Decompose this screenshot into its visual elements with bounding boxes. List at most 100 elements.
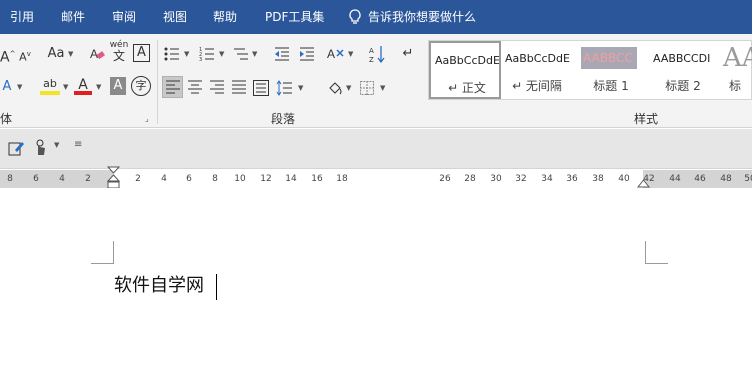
chevron-down-icon[interactable]: ▼ (68, 44, 73, 64)
align-center-button[interactable] (186, 78, 204, 101)
chinese-layout-icon[interactable]: A (326, 44, 346, 69)
line-spacing-icon[interactable] (275, 78, 293, 103)
shrink-font-icon[interactable]: Av (18, 44, 32, 68)
style-name: 标题 1 (593, 79, 629, 93)
svg-text:A: A (369, 47, 374, 55)
justify-button[interactable] (230, 78, 248, 101)
document-text[interactable]: 软件自学网 (114, 273, 204, 299)
ruler-number: 50 (744, 174, 752, 184)
align-right-button[interactable] (208, 78, 226, 101)
ruler-number: 38 (592, 174, 604, 184)
chevron-down-icon[interactable]: ▼ (184, 44, 189, 64)
ruler-number: 18 (336, 174, 348, 184)
align-left-button[interactable] (162, 76, 183, 98)
tab-review[interactable]: 审阅 (112, 0, 136, 34)
chevron-down-icon[interactable]: ▼ (63, 77, 68, 97)
ruler-number: 36 (566, 174, 578, 184)
style-normal[interactable]: AaBbCcDdE ↵ 正文 (429, 41, 501, 99)
group-divider (157, 40, 158, 124)
decrease-indent-icon[interactable] (273, 44, 291, 69)
svg-text:A: A (90, 47, 98, 61)
edit-document-icon[interactable] (8, 140, 24, 160)
character-shading-icon[interactable]: A (110, 77, 126, 95)
numbering-icon[interactable]: 123 (198, 44, 216, 69)
style-sample: AABBCC (581, 47, 637, 69)
distributed-button[interactable] (252, 78, 270, 103)
bullets-icon[interactable] (163, 44, 181, 69)
multilevel-list-icon[interactable] (232, 44, 250, 69)
grow-font-icon[interactable]: A^ (0, 44, 15, 68)
ruler-number: 30 (490, 174, 502, 184)
lightbulb-icon (348, 9, 362, 25)
menu-bar: 引用 邮件 审阅 视图 帮助 PDF工具集 告诉我你想要做什么 (0, 0, 752, 34)
style-name: 标题 2 (665, 79, 701, 93)
shading-icon[interactable] (326, 78, 344, 103)
crop-mark (91, 263, 114, 264)
tab-references[interactable]: 引用 (10, 0, 34, 34)
ruler-number: 32 (515, 174, 527, 184)
tab-help[interactable]: 帮助 (213, 0, 237, 34)
highlight-icon[interactable]: ab (40, 74, 60, 95)
svg-text:Z: Z (369, 56, 374, 63)
ruler-number: 8 (212, 174, 218, 184)
crop-mark (645, 263, 668, 264)
borders-icon[interactable] (358, 78, 376, 102)
style-no-spacing[interactable]: AaBbCcDdE ↵ 无间隔 (501, 41, 573, 99)
style-sample: AaBbCcDdE (435, 54, 500, 67)
tab-view[interactable]: 视图 (163, 0, 187, 34)
tab-pdf-tools[interactable]: PDF工具集 (265, 0, 324, 34)
ruler-number: 4 (59, 174, 65, 184)
customize-toolbar-icon[interactable]: ≡ (74, 139, 82, 150)
style-sample: AaBbCcDdE (505, 52, 570, 65)
ruler-number: 46 (694, 174, 706, 184)
enclose-characters-button[interactable]: 字 (131, 76, 151, 96)
change-case-button[interactable]: Aa (44, 44, 68, 64)
ruler-number: 28 (464, 174, 476, 184)
ruler-number: 4 (161, 174, 167, 184)
chevron-down-icon[interactable]: ▼ (380, 78, 385, 98)
styles-gallery: AaBbCcDdE ↵ 正文 AaBbCcDdE ↵ 无间隔 AABBCC 标题… (428, 40, 752, 100)
quick-access-toolbar: ▼ ≡ (0, 129, 752, 169)
ruler-number: 6 (33, 174, 39, 184)
chevron-down-icon[interactable]: ▼ (252, 44, 257, 64)
character-border-button[interactable]: A (133, 44, 150, 62)
ruler-number: 34 (541, 174, 553, 184)
svg-text:A: A (327, 47, 335, 61)
ruler-number: 48 (720, 174, 732, 184)
font-color-icon[interactable]: A (74, 75, 92, 95)
chevron-down-icon[interactable]: ▼ (219, 44, 224, 64)
ruler-number: 44 (669, 174, 681, 184)
clear-format-icon[interactable]: A (88, 44, 106, 69)
chevron-down-icon[interactable]: ▼ (298, 78, 303, 98)
style-name: ↵ 无间隔 (512, 79, 562, 93)
ruler-number: 2 (135, 174, 141, 184)
style-name: 标 (729, 79, 742, 93)
horizontal-ruler[interactable]: 8 6 4 2 2 4 6 8 10 12 14 16 18 26 28 30 … (0, 166, 752, 189)
chevron-down-icon[interactable]: ▼ (54, 141, 59, 149)
style-heading-1[interactable]: AABBCC 标题 1 (575, 41, 647, 99)
chevron-down-icon[interactable]: ▼ (346, 78, 351, 98)
chevron-down-icon[interactable]: ▼ (348, 44, 353, 64)
sort-icon[interactable]: AZ (368, 44, 386, 70)
tab-mailings[interactable]: 邮件 (61, 0, 85, 34)
chevron-down-icon[interactable]: ▼ (96, 77, 101, 97)
ruler-number: 40 (618, 174, 630, 184)
style-heading-2[interactable]: AABBCCDI 标题 2 (647, 41, 719, 99)
tell-me-search[interactable]: 告诉我你想要做什么 (368, 0, 476, 34)
show-marks-icon[interactable]: ↵ (400, 44, 416, 64)
touch-mode-icon[interactable] (33, 139, 49, 161)
style-title[interactable]: AA 标 (719, 41, 752, 99)
ruler-number: 26 (439, 174, 451, 184)
increase-indent-icon[interactable] (298, 44, 316, 69)
crop-mark (645, 241, 646, 263)
chevron-down-icon[interactable]: ▼ (17, 77, 22, 97)
dialog-launcher-icon[interactable]: ⌟ (145, 114, 149, 123)
ruler-number: 12 (260, 174, 272, 184)
paragraph-group-label: 段落 (271, 112, 296, 126)
text-cursor (216, 274, 217, 300)
phonetic-guide-button[interactable]: wén 文 (108, 40, 130, 64)
document-page[interactable] (0, 188, 752, 382)
text-effects-icon[interactable]: A (0, 77, 14, 97)
phonetic-char: 文 (112, 49, 125, 63)
style-name: ↵ 正文 (448, 81, 486, 95)
